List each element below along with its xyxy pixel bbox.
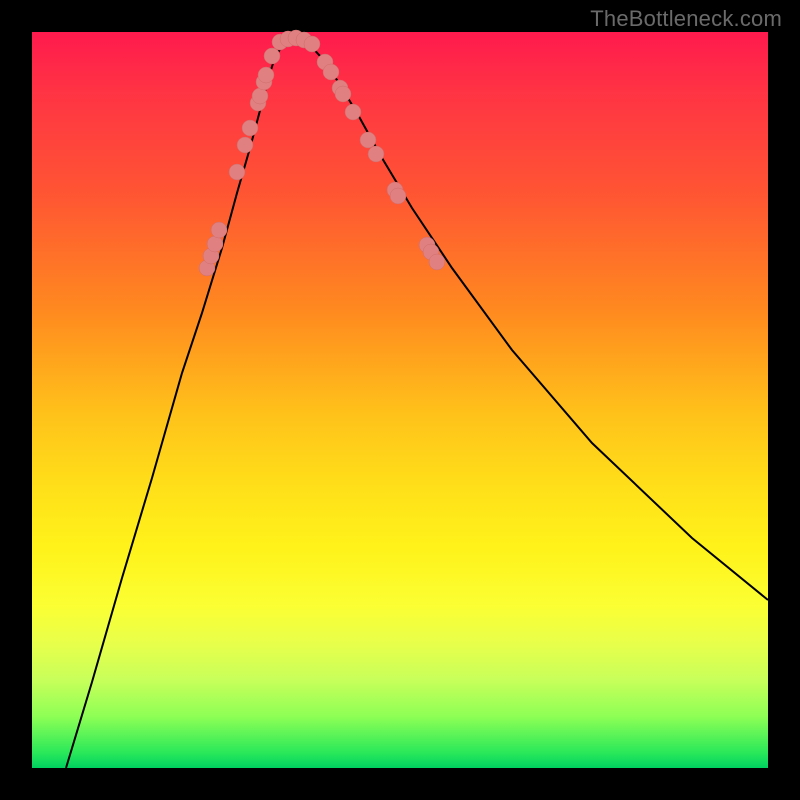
bead-point	[345, 104, 361, 120]
bead-point	[252, 88, 268, 104]
curve-svg	[32, 32, 768, 768]
watermark-text: TheBottleneck.com	[590, 6, 782, 32]
bead-point	[258, 67, 274, 83]
bead-point	[264, 48, 280, 64]
bead-point	[335, 86, 351, 102]
bead-point	[304, 36, 320, 52]
bead-point	[429, 254, 445, 270]
bead-point	[368, 146, 384, 162]
bead-point	[229, 164, 245, 180]
bead-point	[323, 64, 339, 80]
bead-point	[207, 236, 223, 252]
plot-area	[32, 32, 768, 768]
bead-point	[242, 120, 258, 136]
bead-point	[237, 137, 253, 153]
beads-group	[199, 30, 445, 276]
bead-point	[360, 132, 376, 148]
bead-point	[390, 188, 406, 204]
chart-frame: TheBottleneck.com	[0, 0, 800, 800]
valley-curve-path	[66, 38, 768, 768]
bead-point	[211, 222, 227, 238]
